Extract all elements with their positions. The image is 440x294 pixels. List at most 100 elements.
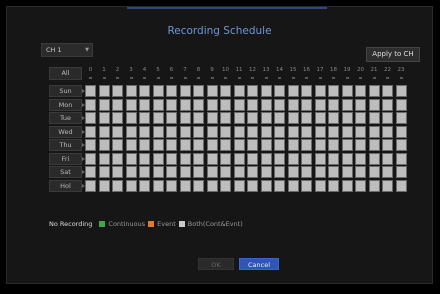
schedule-cell[interactable] <box>98 112 110 124</box>
schedule-cell[interactable] <box>395 112 407 124</box>
schedule-cell[interactable] <box>179 152 191 165</box>
schedule-cell[interactable] <box>247 98 258 111</box>
schedule-cell[interactable] <box>152 98 164 111</box>
schedule-cell[interactable] <box>395 152 407 165</box>
schedule-cell[interactable] <box>85 179 96 192</box>
hour-label-16[interactable]: 16 <box>302 67 312 73</box>
schedule-cell[interactable] <box>328 179 339 192</box>
schedule-cell[interactable] <box>179 125 191 138</box>
schedule-cell[interactable] <box>382 98 393 111</box>
schedule-cell[interactable] <box>368 98 380 111</box>
schedule-cell[interactable] <box>139 85 150 97</box>
schedule-cell[interactable] <box>368 179 380 192</box>
schedule-cell[interactable] <box>206 125 218 138</box>
schedule-cell[interactable] <box>112 112 123 124</box>
schedule-cell[interactable] <box>139 139 150 151</box>
schedule-cell[interactable] <box>382 166 393 178</box>
schedule-cell[interactable] <box>206 112 218 124</box>
schedule-cell[interactable] <box>206 152 218 165</box>
schedule-cell[interactable] <box>139 125 150 138</box>
schedule-cell[interactable] <box>287 125 299 138</box>
schedule-cell[interactable] <box>125 152 137 165</box>
schedule-cell[interactable] <box>314 152 326 165</box>
day-button-tue[interactable]: Tue <box>49 112 85 124</box>
ok-button[interactable]: OK <box>198 258 234 270</box>
hour-label-15[interactable]: 15 <box>288 67 298 73</box>
schedule-cell[interactable] <box>382 112 393 124</box>
schedule-cell[interactable] <box>274 125 285 138</box>
schedule-cell[interactable] <box>112 152 123 165</box>
schedule-cell[interactable] <box>368 125 380 138</box>
schedule-cell[interactable] <box>260 112 272 124</box>
schedule-cell[interactable] <box>139 179 150 192</box>
schedule-cell[interactable] <box>314 112 326 124</box>
schedule-cell[interactable] <box>125 139 137 151</box>
hour-label-12[interactable]: 12 <box>248 67 258 73</box>
schedule-cell[interactable] <box>274 152 285 165</box>
schedule-cell[interactable] <box>274 166 285 178</box>
schedule-cell[interactable] <box>85 125 96 138</box>
schedule-cell[interactable] <box>247 125 258 138</box>
schedule-cell[interactable] <box>125 166 137 178</box>
schedule-cell[interactable] <box>125 98 137 111</box>
schedule-cell[interactable] <box>247 152 258 165</box>
schedule-cell[interactable] <box>382 125 393 138</box>
schedule-cell[interactable] <box>85 139 96 151</box>
schedule-cell[interactable] <box>247 112 258 124</box>
schedule-cell[interactable] <box>274 179 285 192</box>
day-button-thu[interactable]: Thu <box>49 139 85 151</box>
cancel-button[interactable]: Cancel <box>239 258 279 270</box>
apply-to-ch-button[interactable]: Apply to CH <box>366 47 420 62</box>
hour-label-11[interactable]: 11 <box>234 67 244 73</box>
schedule-cell[interactable] <box>274 85 285 97</box>
schedule-cell[interactable] <box>260 98 272 111</box>
hour-label-3[interactable]: 3 <box>126 67 136 73</box>
schedule-cell[interactable] <box>139 98 150 111</box>
schedule-cell[interactable] <box>382 85 393 97</box>
schedule-cell[interactable] <box>341 85 353 97</box>
schedule-cell[interactable] <box>260 152 272 165</box>
schedule-cell[interactable] <box>301 85 312 97</box>
hour-label-1[interactable]: 1 <box>99 67 109 73</box>
schedule-cell[interactable] <box>125 125 137 138</box>
schedule-cell[interactable] <box>179 166 191 178</box>
schedule-cell[interactable] <box>260 125 272 138</box>
schedule-cell[interactable] <box>112 179 123 192</box>
schedule-cell[interactable] <box>233 179 245 192</box>
schedule-cell[interactable] <box>341 179 353 192</box>
schedule-cell[interactable] <box>193 139 204 151</box>
schedule-cell[interactable] <box>328 85 339 97</box>
schedule-cell[interactable] <box>179 179 191 192</box>
schedule-cell[interactable] <box>274 112 285 124</box>
schedule-cell[interactable] <box>220 125 231 138</box>
schedule-cell[interactable] <box>166 85 177 97</box>
schedule-cell[interactable] <box>395 98 407 111</box>
schedule-cell[interactable] <box>341 98 353 111</box>
schedule-cell[interactable] <box>193 166 204 178</box>
schedule-cell[interactable] <box>341 139 353 151</box>
schedule-cell[interactable] <box>193 125 204 138</box>
schedule-cell[interactable] <box>328 125 339 138</box>
hour-label-17[interactable]: 17 <box>315 67 325 73</box>
schedule-cell[interactable] <box>112 98 123 111</box>
schedule-cell[interactable] <box>220 152 231 165</box>
schedule-cell[interactable] <box>125 112 137 124</box>
schedule-cell[interactable] <box>98 166 110 178</box>
hour-label-20[interactable]: 20 <box>356 67 366 73</box>
day-button-wed[interactable]: Wed <box>49 125 85 138</box>
hour-label-13[interactable]: 13 <box>261 67 271 73</box>
schedule-cell[interactable] <box>247 139 258 151</box>
schedule-cell[interactable] <box>166 112 177 124</box>
schedule-cell[interactable] <box>247 85 258 97</box>
schedule-cell[interactable] <box>85 85 96 97</box>
schedule-cell[interactable] <box>220 85 231 97</box>
schedule-cell[interactable] <box>220 139 231 151</box>
schedule-cell[interactable] <box>314 85 326 97</box>
schedule-cell[interactable] <box>112 85 123 97</box>
schedule-cell[interactable] <box>112 125 123 138</box>
schedule-cell[interactable] <box>382 139 393 151</box>
schedule-cell[interactable] <box>301 166 312 178</box>
schedule-cell[interactable] <box>355 152 366 165</box>
schedule-cell[interactable] <box>368 85 380 97</box>
schedule-cell[interactable] <box>206 179 218 192</box>
